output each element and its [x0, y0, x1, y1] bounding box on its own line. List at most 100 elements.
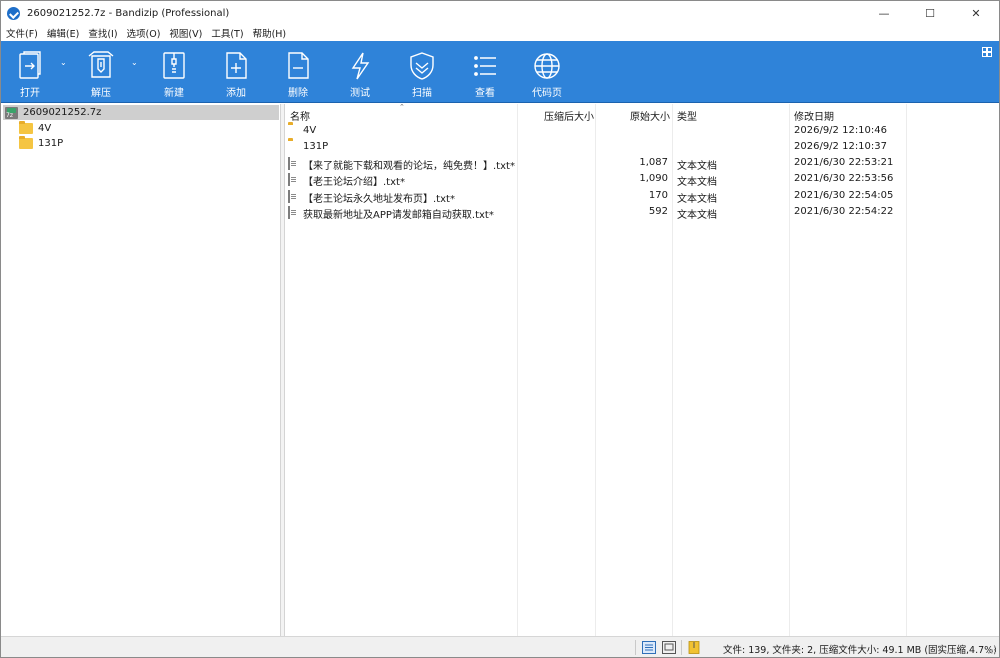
open-button[interactable]: 打开 — [2, 41, 58, 103]
file-modified: 2026/9/2 12:10:37 — [794, 141, 888, 152]
details-view-icon[interactable] — [642, 641, 656, 654]
file-row-folder-131p[interactable]: 131P 2026/9/2 12:10:37 — [286, 139, 999, 155]
file-row-txt-3[interactable]: 【老王论坛永久地址发布页】.txt* 170 文本文档 2021/6/30 22… — [286, 188, 999, 205]
text-document-icon — [288, 190, 290, 203]
file-name: 【老王论坛永久地址发布页】.txt* — [303, 194, 455, 205]
pane-splitter[interactable] — [281, 104, 285, 636]
add-button[interactable]: 添加 — [208, 41, 264, 103]
globe-icon — [534, 53, 560, 79]
window-controls: — ☐ ✕ — [861, 1, 999, 25]
text-document-icon — [288, 206, 290, 219]
folder-icon — [19, 121, 33, 134]
resize-grip-icon[interactable] — [988, 646, 996, 654]
view-button[interactable]: 查看 — [457, 41, 513, 103]
main-toolbar: 打开 ⌄ 解压 ⌄ 新建 添加 删除 测试 扫描 查看 代码页 — [1, 41, 999, 103]
bandizip-window: 2609021252.7z - Bandizip (Professional) … — [0, 0, 1000, 658]
column-header-modified[interactable]: 修改日期 — [794, 108, 834, 123]
file-type: 文本文档 — [677, 161, 717, 172]
archive-7z-icon — [5, 106, 18, 119]
tree-item-label: 4V — [38, 123, 52, 134]
file-original-size: 592 — [648, 206, 668, 217]
menu-view[interactable]: 视图(V) — [169, 26, 202, 40]
extract-button[interactable]: 解压 — [73, 41, 129, 103]
menu-options[interactable]: 选项(O) — [127, 26, 161, 40]
test-button[interactable]: 测试 — [332, 41, 388, 103]
layout-toggle-icon[interactable] — [982, 47, 992, 57]
file-name: 4V — [303, 125, 317, 136]
extract-dropdown-arrow[interactable]: ⌄ — [131, 58, 141, 68]
file-row-txt-4[interactable]: 获取最新地址及APP请发邮箱自动获取.txt* 592 文本文档 2021/6/… — [286, 204, 999, 221]
file-modified: 2021/6/30 22:53:56 — [794, 173, 894, 184]
column-header-type[interactable]: 类型 — [677, 108, 697, 123]
file-modified: 2021/6/30 22:54:05 — [794, 190, 894, 201]
open-label: 打开 — [20, 88, 40, 99]
file-type: 文本文档 — [677, 177, 717, 188]
scan-label: 扫描 — [412, 88, 432, 99]
file-list: 名称 ⌃ 压缩后大小 原始大小 类型 修改日期 4V 2026/9/2 12:1… — [286, 103, 999, 636]
open-icon — [19, 51, 41, 79]
tree-item-label: 131P — [38, 138, 64, 149]
lightning-icon — [351, 52, 370, 80]
file-name: 【老王论坛介绍】.txt* — [303, 177, 405, 188]
file-type: 文本文档 — [677, 194, 717, 205]
tree-item-131p[interactable]: 131P — [19, 136, 63, 151]
column-header-original[interactable]: 原始大小 — [630, 108, 670, 123]
column-header-compressed[interactable]: 压缩后大小 — [544, 108, 594, 123]
folder-icon — [19, 136, 33, 149]
text-document-icon — [288, 157, 290, 170]
window-title: 2609021252.7z - Bandizip (Professional) — [27, 7, 230, 19]
file-type: 文本文档 — [677, 210, 717, 221]
add-file-icon — [226, 52, 247, 79]
file-modified: 2021/6/30 22:53:21 — [794, 157, 894, 168]
menu-find[interactable]: 查找(I) — [88, 26, 117, 40]
new-label: 新建 — [164, 88, 184, 99]
file-original-size: 1,090 — [639, 173, 668, 184]
shield-icon — [410, 52, 434, 80]
close-button[interactable]: ✕ — [953, 1, 999, 25]
file-modified: 2021/6/30 22:54:22 — [794, 206, 894, 217]
extract-label: 解压 — [91, 88, 111, 99]
file-name: 获取最新地址及APP请发邮箱自动获取.txt* — [303, 210, 494, 221]
codepage-button[interactable]: 代码页 — [519, 41, 575, 103]
file-name: 【来了就能下载和观看的论坛，纯免费！】.txt* — [303, 161, 515, 172]
tree-item-4v[interactable]: 4V — [19, 121, 51, 136]
file-original-size: 170 — [648, 190, 668, 201]
codepage-label: 代码页 — [532, 88, 562, 99]
menu-file[interactable]: 文件(F) — [6, 26, 38, 40]
delete-button[interactable]: 删除 — [270, 41, 326, 103]
scan-button[interactable]: 扫描 — [394, 41, 450, 103]
status-separator — [681, 640, 682, 655]
bandizip-app-icon — [7, 6, 20, 20]
delete-label: 删除 — [288, 88, 308, 99]
archive-info-icon[interactable] — [687, 641, 701, 654]
tree-root-archive[interactable]: 2609021252.7z — [3, 105, 279, 120]
list-view-icon — [474, 56, 496, 76]
view-label: 查看 — [475, 88, 495, 99]
file-original-size: 1,087 — [639, 157, 668, 168]
add-label: 添加 — [226, 88, 246, 99]
title-bar: 2609021252.7z - Bandizip (Professional) … — [1, 1, 999, 25]
menu-tools[interactable]: 工具(T) — [211, 26, 243, 40]
file-name: 131P — [303, 141, 329, 152]
extract-icon — [88, 51, 114, 78]
menu-bar: 文件(F) 编辑(E) 查找(I) 选项(O) 视图(V) 工具(T) 帮助(H… — [1, 25, 999, 41]
minimize-button[interactable]: — — [861, 1, 907, 25]
sort-ascending-icon: ⌃ — [399, 103, 405, 111]
tree-root-label: 2609021252.7z — [23, 107, 102, 118]
test-label: 测试 — [350, 88, 370, 99]
new-archive-icon — [163, 52, 185, 79]
menu-edit[interactable]: 编辑(E) — [47, 26, 79, 40]
file-row-folder-4v[interactable]: 4V 2026/9/2 12:10:46 — [286, 123, 999, 139]
status-separator — [635, 640, 636, 655]
menu-help[interactable]: 帮助(H) — [253, 26, 287, 40]
column-header-name[interactable]: 名称 — [290, 108, 310, 123]
file-row-txt-1[interactable]: 【来了就能下载和观看的论坛，纯免费！】.txt* 1,087 文本文档 2021… — [286, 155, 999, 172]
open-dropdown-arrow[interactable]: ⌄ — [60, 58, 70, 68]
maximize-button[interactable]: ☐ — [907, 1, 953, 25]
icon-view-icon[interactable] — [662, 641, 676, 654]
delete-file-icon — [288, 52, 309, 79]
status-bar: 文件: 139, 文件夹: 2, 压缩文件大小: 49.1 MB (固实压缩,4… — [1, 636, 999, 657]
file-row-txt-2[interactable]: 【老王论坛介绍】.txt* 1,090 文本文档 2021/6/30 22:53… — [286, 171, 999, 188]
new-archive-button[interactable]: 新建 — [146, 41, 202, 103]
file-modified: 2026/9/2 12:10:46 — [794, 125, 888, 136]
